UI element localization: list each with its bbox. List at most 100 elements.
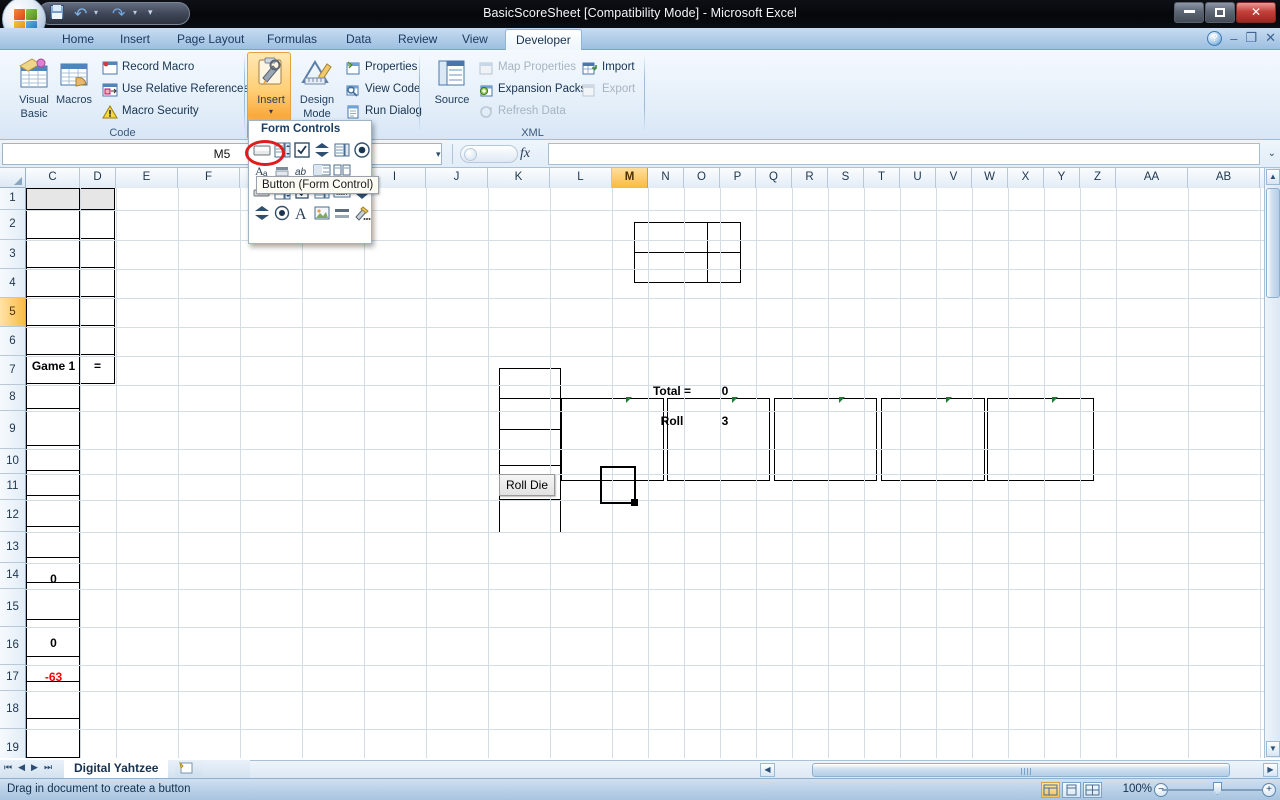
cell-C9[interactable] (26, 408, 80, 446)
row-header-18[interactable]: 18 (0, 691, 26, 729)
cell-C8[interactable] (26, 383, 80, 409)
option-button-activex-icon[interactable] (273, 204, 291, 222)
vertical-scroll-thumb[interactable] (1266, 188, 1280, 298)
insert-dropdown-icon[interactable]: ▾ (245, 108, 297, 116)
tab-insert[interactable]: Insert (110, 30, 160, 50)
more-controls-icon[interactable] (353, 204, 371, 222)
column-header-L[interactable]: L (550, 168, 612, 188)
row-header-5[interactable]: 5 (0, 298, 26, 327)
spin-button-form-control-icon[interactable] (313, 141, 331, 159)
scroll-left-icon[interactable]: ◀ (760, 763, 775, 777)
toggle-button-activex-icon[interactable] (333, 204, 351, 222)
formula-input[interactable] (548, 143, 1260, 165)
scroll-down-icon[interactable]: ▼ (1266, 741, 1280, 757)
export-item[interactable]: Export (580, 79, 635, 100)
row-header-7[interactable]: 7 (0, 356, 26, 385)
row-header-4[interactable]: 4 (0, 269, 26, 298)
row-header-12[interactable]: 12 (0, 500, 26, 532)
option-button-form-control-icon[interactable] (353, 141, 371, 159)
scroll-up-icon[interactable]: ▲ (1266, 169, 1280, 185)
row-header-6[interactable]: 6 (0, 327, 26, 356)
column-header-P[interactable]: P (720, 168, 756, 188)
run-dialog-item[interactable]: Run Dialog (343, 101, 422, 122)
import-item[interactable]: Import (580, 57, 635, 78)
row-header-11[interactable]: 11 (0, 474, 26, 500)
check-box-form-control-icon[interactable] (293, 141, 311, 159)
cell-D4[interactable] (79, 267, 115, 297)
column-header-E[interactable]: E (116, 168, 178, 188)
name-box[interactable]: M5 (2, 143, 442, 165)
macros-button[interactable]: Macros (48, 56, 100, 106)
row-header-14[interactable]: 14 (0, 563, 26, 589)
row-header-10[interactable]: 10 (0, 449, 26, 474)
tab-formulas[interactable]: Formulas (257, 30, 327, 50)
sheet-tab-digital-yahtzee[interactable]: Digital Yahtzee (64, 760, 169, 778)
cell-C5[interactable] (26, 296, 80, 326)
cell-D6[interactable] (79, 325, 115, 355)
cell-C13[interactable] (26, 526, 80, 558)
design-mode-button[interactable]: Design Mode (291, 56, 343, 120)
label-activex-icon[interactable]: A (293, 204, 311, 223)
cell-D5[interactable] (79, 296, 115, 326)
row-header-2[interactable]: 2 (0, 210, 26, 240)
first-sheet-icon[interactable]: ⏮ (4, 762, 12, 773)
cell-D1[interactable] (79, 188, 115, 210)
page-break-view-icon[interactable] (1083, 782, 1102, 798)
column-header-W[interactable]: W (972, 168, 1008, 188)
zoom-slider-handle[interactable] (1213, 782, 1222, 795)
minimize-button[interactable] (1174, 2, 1204, 23)
column-header-C[interactable]: C (26, 168, 80, 188)
column-header-T[interactable]: T (864, 168, 900, 188)
cell-area[interactable] (26, 188, 1264, 758)
expansion-packs-item[interactable]: Expansion Packs (476, 79, 586, 100)
tab-view[interactable]: View (452, 30, 498, 50)
column-header-O[interactable]: O (684, 168, 720, 188)
view-code-item[interactable]: View Code (343, 79, 420, 100)
cell-C3[interactable] (26, 238, 80, 268)
column-header-J[interactable]: J (426, 168, 488, 188)
tab-home[interactable]: Home (52, 30, 104, 50)
cell-K9-box[interactable] (499, 429, 561, 466)
normal-view-icon[interactable] (1041, 782, 1060, 798)
button-form-control-icon[interactable] (253, 141, 271, 159)
refresh-data-item[interactable]: Refresh Data (476, 101, 566, 122)
maximize-button[interactable] (1205, 2, 1235, 23)
column-header-F[interactable]: F (178, 168, 240, 188)
roll-die-button[interactable]: Roll Die (499, 474, 555, 496)
cell-D3[interactable] (79, 238, 115, 268)
zoom-in-button[interactable]: + (1262, 783, 1276, 797)
scroll-right-icon[interactable]: ▶ (1263, 763, 1278, 777)
row-header-13[interactable]: 13 (0, 532, 26, 563)
row-header-8[interactable]: 8 (0, 385, 26, 411)
list-box-form-control-icon[interactable] (333, 141, 351, 159)
formula-bar-buttons[interactable] (460, 145, 518, 163)
help-icon[interactable]: ? (1207, 30, 1223, 46)
cell-C2[interactable] (26, 209, 80, 239)
column-header-Q[interactable]: Q (756, 168, 792, 188)
app-minimize-icon[interactable]: – (1230, 31, 1237, 46)
column-header-X[interactable]: X (1008, 168, 1044, 188)
column-header-M[interactable]: M (612, 168, 648, 188)
column-header-K[interactable]: K (488, 168, 550, 188)
cell-C18[interactable] (26, 681, 80, 719)
cell-N2-box[interactable] (634, 222, 708, 253)
select-all-corner[interactable] (0, 168, 26, 188)
app-close-icon[interactable]: ✕ (1265, 30, 1276, 46)
cell-P3-box[interactable] (707, 252, 741, 283)
cell-D2[interactable] (79, 209, 115, 239)
row-header-19[interactable]: 19 (0, 729, 26, 758)
horizontal-scroll-thumb[interactable] (812, 763, 1230, 777)
column-header-R[interactable]: R (792, 168, 828, 188)
app-restore-icon[interactable]: ❐ (1245, 30, 1257, 46)
properties-item[interactable]: Properties (343, 57, 417, 78)
insert-controls-button[interactable]: Insert ▾ (245, 56, 297, 116)
cell-K11-box[interactable] (499, 499, 561, 533)
cell-P2-box[interactable] (707, 222, 741, 253)
row-header-3[interactable]: 3 (0, 240, 26, 269)
combo-box-form-control-icon[interactable] (273, 141, 291, 159)
image-activex-icon[interactable] (313, 204, 331, 222)
cell-K7-box[interactable] (499, 368, 561, 399)
fill-handle[interactable] (631, 499, 638, 506)
column-header-D[interactable]: D (80, 168, 116, 188)
column-header-S[interactable]: S (828, 168, 864, 188)
